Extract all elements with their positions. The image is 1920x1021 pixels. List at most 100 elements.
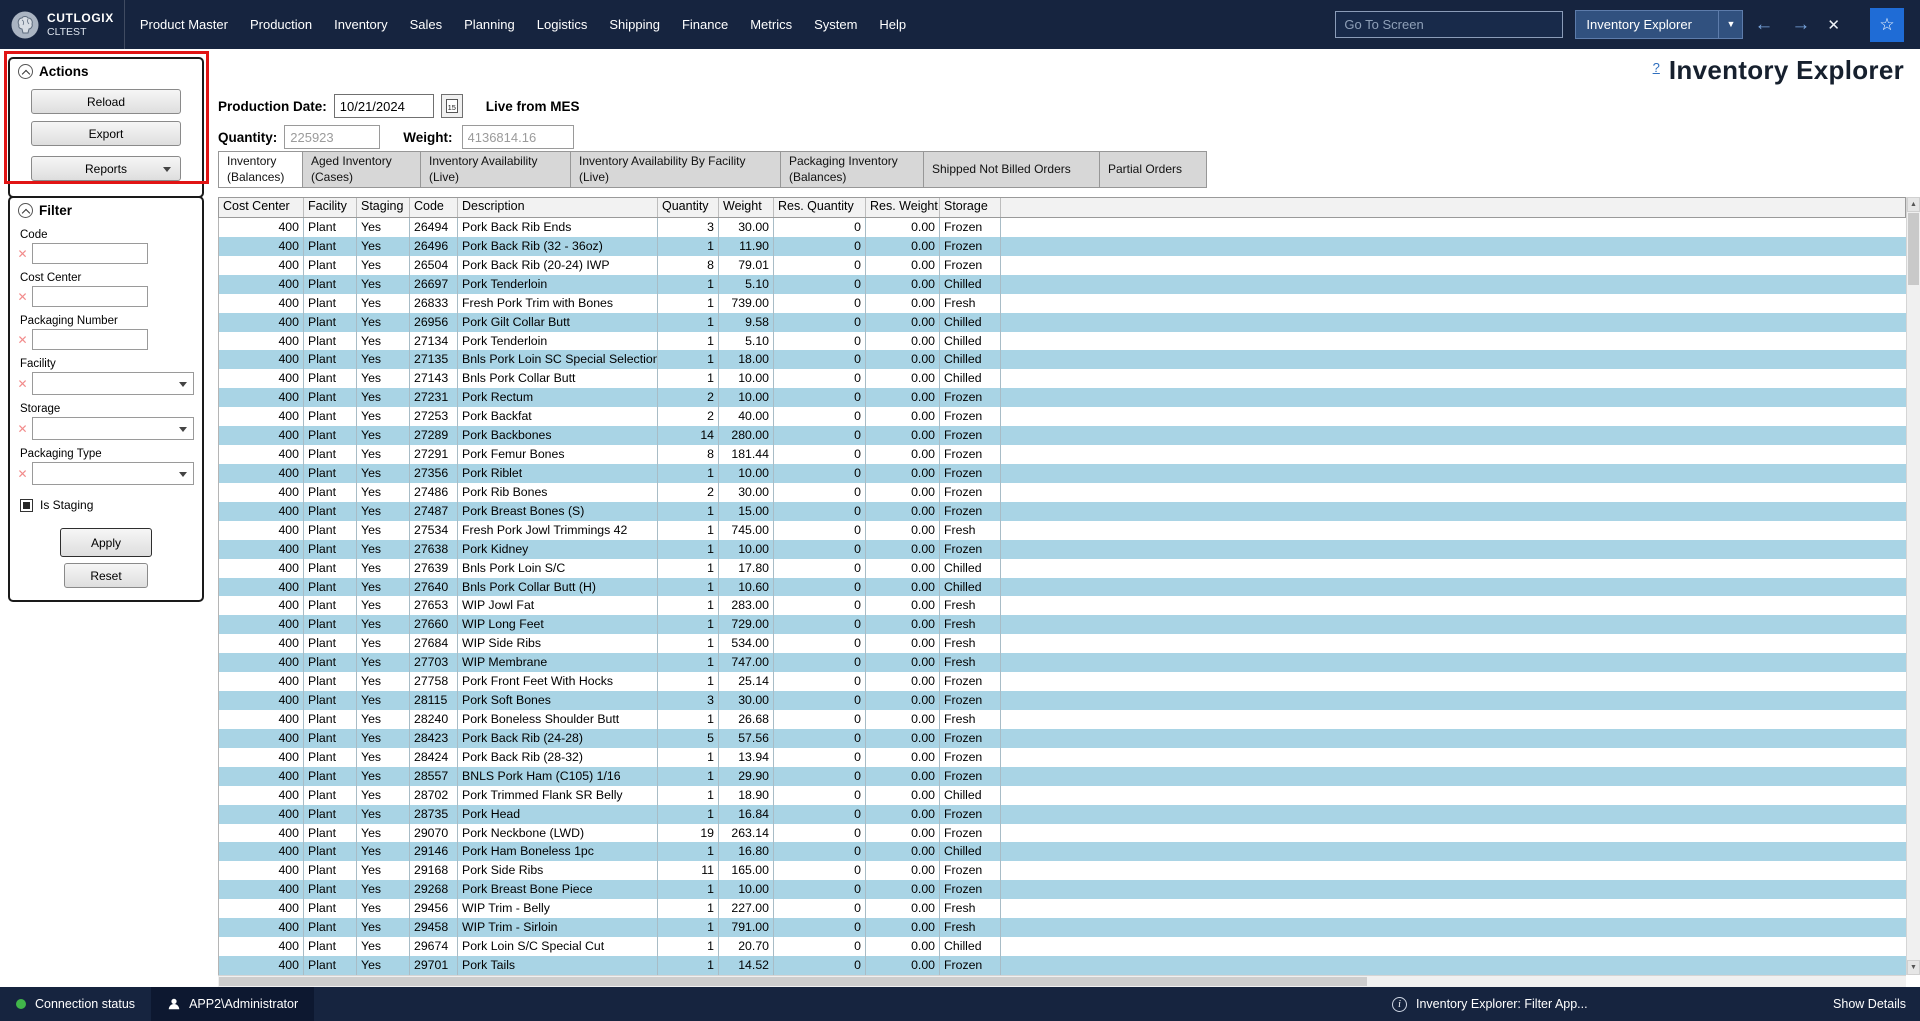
show-details-link[interactable]: Show Details: [1833, 997, 1906, 1011]
table-row[interactable]: 400 Plant Yes 27487 Pork Breast Bones (S) 1 15…: [219, 501, 1906, 521]
clear-filter-icon[interactable]: ✕: [16, 377, 29, 391]
column-header-res-quantity[interactable]: Res. Quantity: [774, 198, 866, 217]
forward-arrow-icon[interactable]: →: [1784, 14, 1817, 36]
table-row[interactable]: 400 Plant Yes 29458 WIP Trim - Sirloin 1 791.0…: [219, 918, 1906, 938]
column-header-weight[interactable]: Weight: [719, 198, 774, 217]
table-row[interactable]: 400 Plant Yes 29168 Pork Side Ribs 11 165.00 0 0…: [219, 861, 1906, 881]
filter-input-packaging-number[interactable]: [32, 329, 148, 350]
tab-inventory-balances[interactable]: Inventory (Balances): [218, 151, 302, 188]
close-icon[interactable]: ✕: [1819, 16, 1848, 34]
table-row[interactable]: 400 Plant Yes 27289 Pork Backbones 14 280.00 0 0…: [219, 426, 1906, 446]
filter-select-packaging-type[interactable]: [32, 462, 194, 485]
table-row[interactable]: 400 Plant Yes 29674 Pork Loin S/C Special Cu…: [219, 937, 1906, 956]
table-row[interactable]: 400 Plant Yes 27653 WIP Jowl Fat 1 283.00 0 0.00…: [219, 596, 1906, 616]
clear-filter-icon[interactable]: ✕: [16, 290, 29, 304]
column-header-res-weight[interactable]: Res. Weight: [866, 198, 940, 217]
scroll-down-icon[interactable]: ▼: [1907, 960, 1920, 975]
production-date-input[interactable]: [333, 94, 434, 118]
reload-button[interactable]: Reload: [31, 89, 181, 114]
table-row[interactable]: 400 Plant Yes 27703 WIP Membrane 1 747.00 0 0.00…: [219, 653, 1906, 673]
menu-item-production[interactable]: Production: [239, 0, 323, 49]
filter-input-code[interactable]: [32, 243, 148, 264]
table-row[interactable]: 400 Plant Yes 28557 BNLS Pork Ham (C105) 1/1…: [219, 766, 1906, 786]
table-row[interactable]: 400 Plant Yes 27758 Pork Front Feet With Hoc…: [219, 672, 1906, 692]
table-row[interactable]: 400 Plant Yes 26697 Pork Tenderloin 1 5.10 0 0.0…: [219, 274, 1906, 294]
is-staging-checkbox[interactable]: Is Staging: [20, 498, 192, 512]
filter-select-facility[interactable]: [32, 372, 194, 395]
table-row[interactable]: 400 Plant Yes 29701 Pork Tails 1 14.52 0 0.00 Fro…: [219, 955, 1906, 975]
table-row[interactable]: 400 Plant Yes 27640 Bnls Pork Collar Butt (H…: [219, 577, 1906, 597]
menu-item-help[interactable]: Help: [868, 0, 917, 49]
column-header-staging[interactable]: Staging: [357, 198, 410, 217]
filter-input-cost-center[interactable]: [32, 286, 148, 307]
table-row[interactable]: 400 Plant Yes 28115 Pork Soft Bones 3 30.00 0 0.…: [219, 691, 1906, 710]
table-row[interactable]: 400 Plant Yes 28423 Pork Back Rib (24-28) 5 57…: [219, 728, 1906, 748]
column-header-code[interactable]: Code: [410, 198, 458, 217]
filter-panel-header[interactable]: Filter: [10, 198, 202, 221]
menu-item-finance[interactable]: Finance: [671, 0, 739, 49]
table-row[interactable]: 400 Plant Yes 28702 Pork Trimmed Flank SR Be…: [219, 785, 1906, 805]
clear-filter-icon[interactable]: ✕: [16, 333, 29, 347]
reports-button[interactable]: Reports: [31, 156, 181, 181]
table-row[interactable]: 400 Plant Yes 27291 Pork Femur Bones 8 181.44 0…: [219, 445, 1906, 464]
screen-selector[interactable]: Inventory Explorer ▼: [1575, 10, 1744, 39]
actions-panel-header[interactable]: Actions: [10, 59, 202, 82]
tab-shipped-not-billed-orders[interactable]: Shipped Not Billed Orders: [923, 151, 1099, 188]
table-row[interactable]: 400 Plant Yes 27253 Pork Backfat 2 40.00 0 0.00 F…: [219, 407, 1906, 427]
table-row[interactable]: 400 Plant Yes 26496 Pork Back Rib (32 - 36oz…: [219, 236, 1906, 256]
vertical-scrollbar[interactable]: ▲ ▼: [1906, 197, 1920, 975]
menu-item-system[interactable]: System: [803, 0, 868, 49]
table-row[interactable]: 400 Plant Yes 27639 Bnls Pork Loin S/C 1 17.80…: [219, 558, 1906, 578]
menu-item-shipping[interactable]: Shipping: [598, 0, 671, 49]
menu-item-logistics[interactable]: Logistics: [526, 0, 599, 49]
table-row[interactable]: 400 Plant Yes 26494 Pork Back Rib Ends 3 30.00…: [219, 218, 1906, 237]
clear-filter-icon[interactable]: ✕: [16, 467, 29, 481]
table-row[interactable]: 400 Plant Yes 27660 WIP Long Feet 1 729.00 0 0.0…: [219, 615, 1906, 635]
column-header-quantity[interactable]: Quantity: [658, 198, 719, 217]
table-row[interactable]: 400 Plant Yes 28735 Pork Head 1 16.84 0 0.00 Froz…: [219, 804, 1906, 824]
table-row[interactable]: 400 Plant Yes 27135 Bnls Pork Loin SC Specia…: [219, 350, 1906, 370]
table-row[interactable]: 400 Plant Yes 27231 Pork Rectum 2 10.00 0 0.00 Fr…: [219, 388, 1906, 408]
tab-packaging-inventory-balances[interactable]: Packaging Inventory (Balances): [780, 151, 923, 188]
table-row[interactable]: 400 Plant Yes 29146 Pork Ham Boneless 1pc 1 16…: [219, 842, 1906, 862]
scroll-up-icon[interactable]: ▲: [1907, 197, 1920, 212]
filter-select-storage[interactable]: [32, 417, 194, 440]
help-link[interactable]: ?: [1653, 60, 1660, 75]
table-row[interactable]: 400 Plant Yes 27486 Pork Rib Bones 2 30.00 0 0.0…: [219, 482, 1906, 502]
menu-item-product-master[interactable]: Product Master: [129, 0, 239, 49]
reset-button[interactable]: Reset: [64, 563, 148, 588]
table-row[interactable]: 400 Plant Yes 27638 Pork Kidney 1 10.00 0 0.00 Fr…: [219, 539, 1906, 559]
menu-item-planning[interactable]: Planning: [453, 0, 526, 49]
table-row[interactable]: 400 Plant Yes 26833 Fresh Pork Trim with Bon…: [219, 293, 1906, 313]
column-header-storage[interactable]: Storage: [940, 198, 1001, 217]
table-row[interactable]: 400 Plant Yes 27134 Pork Tenderloin 1 5.10 0 0.0…: [219, 331, 1906, 351]
table-row[interactable]: 400 Plant Yes 29268 Pork Breast Bone Piece 1 1…: [219, 880, 1906, 900]
tab-inventory-availability-by-facility-live[interactable]: Inventory Availability By Facility (Live…: [570, 151, 780, 188]
table-row[interactable]: 400 Plant Yes 27534 Fresh Pork Jowl Trimming…: [219, 520, 1906, 540]
vertical-scrollbar-thumb[interactable]: [1908, 213, 1919, 285]
calendar-icon[interactable]: [440, 94, 463, 118]
table-row[interactable]: 400 Plant Yes 29456 WIP Trim - Belly 1 227.00 0…: [219, 899, 1906, 919]
menu-item-inventory[interactable]: Inventory: [323, 0, 398, 49]
connection-status[interactable]: Connection status: [0, 987, 151, 1021]
column-header-cost-center[interactable]: Cost Center: [219, 198, 304, 217]
menu-item-metrics[interactable]: Metrics: [739, 0, 803, 49]
horizontal-scrollbar[interactable]: [218, 975, 1906, 987]
table-row[interactable]: 400 Plant Yes 26956 Pork Gilt Collar Butt 1 9.…: [219, 312, 1906, 332]
logged-in-user[interactable]: APP2\Administrator: [151, 987, 315, 1021]
table-row[interactable]: 400 Plant Yes 28424 Pork Back Rib (28-32) 1 13…: [219, 747, 1906, 767]
favorite-button[interactable]: ☆: [1870, 7, 1904, 42]
apply-button[interactable]: Apply: [60, 528, 152, 557]
back-arrow-icon[interactable]: ←: [1747, 14, 1780, 36]
tab-aged-inventory-cases[interactable]: Aged Inventory (Cases): [302, 151, 420, 188]
table-row[interactable]: 400 Plant Yes 27356 Pork Riblet 1 10.00 0 0.00 Fr…: [219, 463, 1906, 483]
tab-partial-orders[interactable]: Partial Orders: [1099, 151, 1207, 188]
tab-inventory-availability-live[interactable]: Inventory Availability (Live): [420, 151, 570, 188]
table-row[interactable]: 400 Plant Yes 28240 Pork Boneless Shoulder B…: [219, 709, 1906, 729]
column-header-description[interactable]: Description: [458, 198, 658, 217]
column-header-facility[interactable]: Facility: [304, 198, 357, 217]
goto-screen-input[interactable]: [1335, 11, 1564, 38]
horizontal-scrollbar-thumb[interactable]: [219, 977, 1367, 986]
export-button[interactable]: Export: [31, 121, 181, 146]
clear-filter-icon[interactable]: ✕: [16, 422, 29, 436]
